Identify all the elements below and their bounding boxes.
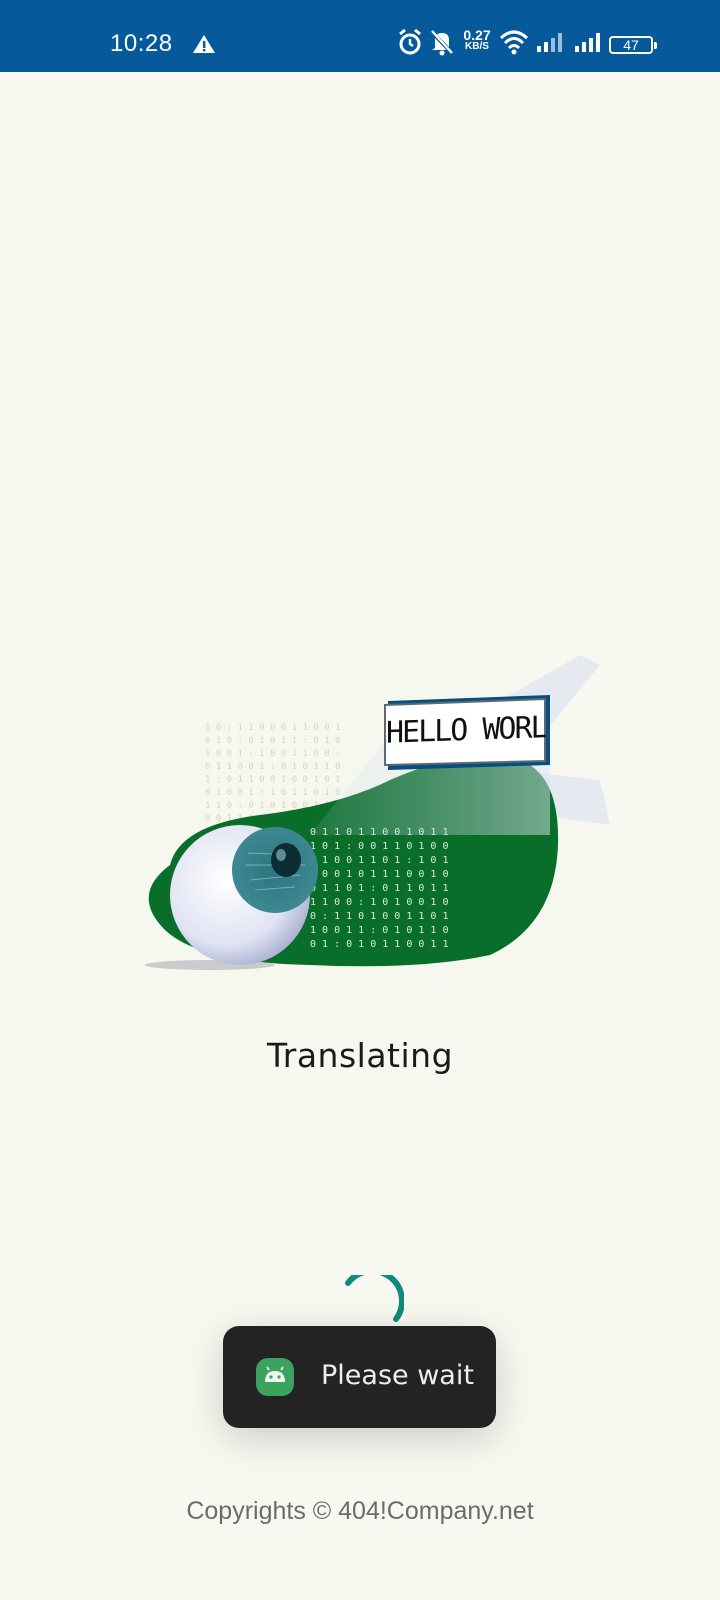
svg-text:0 1 0 0 1 : 1 0 1 1 0 1 0: 0 1 0 0 1 : 1 0 1 1 0 1 0 [205, 788, 340, 798]
network-speed-value: 0.27 [463, 27, 491, 43]
svg-text:0 : 1 1 0 1 0 0 1 1 0 1: 0 : 1 1 0 1 0 0 1 1 0 1 [310, 911, 448, 922]
hello-world-sign-text: HELLO WORLD! [386, 710, 546, 751]
svg-text:1 0 0 1 : 1 0 0 1 1 0 0 :: 1 0 0 1 : 1 0 0 1 1 0 0 : [205, 749, 340, 759]
svg-text:1 0 1 : 0 0 1 1 0 1 0 0: 1 0 1 : 0 0 1 1 0 1 0 0 [310, 841, 448, 852]
network-speed: 0.27 KB/S [461, 27, 493, 52]
svg-text:0 1 : 0 1 0 1 1 0 0 1 1: 0 1 : 0 1 0 1 1 0 0 1 1 [310, 939, 448, 950]
svg-text:1 1 0 0 : 1 0 1 0 0 1 0: 1 1 0 0 : 1 0 1 0 0 1 0 [310, 897, 448, 908]
status-time: 10:28 [110, 30, 173, 57]
toast-text: Please wait [321, 1360, 474, 1391]
svg-text:0 1 1 0 0 1 : 0 1 0 1 1 0: 0 1 1 0 0 1 : 0 1 0 1 1 0 [205, 762, 340, 772]
copyright-footer: Copyrights © 404!Company.net [186, 1497, 534, 1525]
network-speed-unit: KB/S [465, 41, 489, 52]
svg-text:0 1 0 0 1 1 0 1 : 1 0 1: 0 1 0 0 1 1 0 1 : 1 0 1 [310, 855, 448, 866]
alarm-icon [397, 28, 423, 61]
toast-message: Please wait [223, 1326, 496, 1428]
signal-icon [535, 28, 565, 61]
svg-text:1 : 0 1 1 0 0 1 0 0 1 0 1: 1 : 0 1 1 0 0 1 0 0 1 0 1 [205, 775, 340, 785]
svg-text:1 0 : 1 1 0 0 0 1 1 0 0 1: 1 0 : 1 1 0 0 0 1 1 0 0 1 [205, 723, 340, 733]
svg-text:0 1 1 0 1 : 0 1 1 0 1 1: 0 1 1 0 1 : 0 1 1 0 1 1 [310, 883, 448, 894]
translating-label: Translating [266, 1036, 454, 1075]
battery-icon: 47 [609, 36, 657, 54]
signal-icon-2 [573, 28, 603, 61]
status-icons: 0.27 KB/S 47 [397, 28, 662, 60]
svg-text:1 0 0 1 0 1 1 1 0 0 1 0: 1 0 0 1 0 1 1 1 0 0 1 0 [310, 869, 448, 880]
wifi-icon [499, 28, 529, 61]
warning-icon [192, 34, 216, 59]
android-icon [256, 1358, 294, 1396]
status-bar: 10:28 0.27 KB/S 47 [0, 0, 720, 72]
svg-text:0 1 0 : 0 1 0 1 1 : 0 1 0: 0 1 0 : 0 1 0 1 1 : 0 1 0 [205, 736, 340, 746]
bell-off-icon [429, 28, 455, 61]
svg-text:1 0 0 1 1 : 0 1 0 1 1 0: 1 0 0 1 1 : 0 1 0 1 1 0 [310, 925, 448, 936]
